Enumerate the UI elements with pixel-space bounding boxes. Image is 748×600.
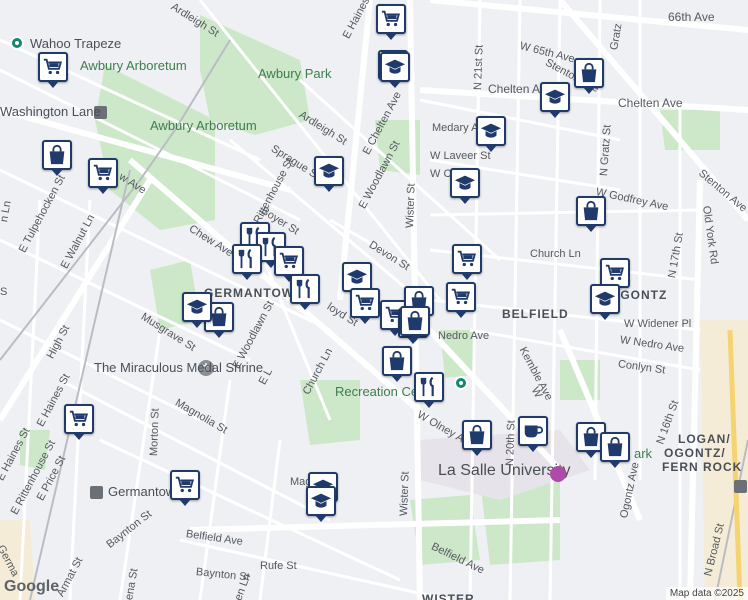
street-church-ln: Church Ln xyxy=(530,248,581,260)
place-awbury-arboretum-top: Awbury Arboretum xyxy=(80,58,187,73)
shopping-icon xyxy=(46,144,68,166)
google-logo[interactable]: Google xyxy=(4,578,59,596)
grocery-icon xyxy=(456,248,478,270)
street-w-laveer: W Laveer St xyxy=(430,150,491,162)
grocery-icon xyxy=(604,262,626,284)
grocery-icon xyxy=(68,408,90,430)
poi-pin-restaurant[interactable] xyxy=(414,372,444,408)
poi-pin-grocery[interactable] xyxy=(452,244,482,280)
street-wister-bottom: Wister St xyxy=(398,471,412,517)
poi-pin-shopping[interactable] xyxy=(574,58,604,94)
shopping-icon xyxy=(386,350,408,372)
grocery-icon xyxy=(450,286,472,308)
germantown-station-icon xyxy=(90,486,103,499)
poi-pin-school[interactable] xyxy=(306,486,336,522)
school-icon xyxy=(384,56,406,78)
school-icon xyxy=(310,490,332,512)
street-66th: 66th Ave xyxy=(668,10,715,24)
poi-pin-grocery[interactable] xyxy=(88,158,118,194)
restaurant-icon xyxy=(294,278,316,300)
poi-pin-school[interactable] xyxy=(450,168,480,204)
poi-pin-restaurant[interactable] xyxy=(232,244,262,280)
grocery-icon xyxy=(278,250,300,272)
poi-pin-restaurant[interactable] xyxy=(290,274,320,310)
recreation-marker-icon[interactable] xyxy=(454,376,468,390)
poi-pin-school[interactable] xyxy=(380,52,410,88)
restaurant-icon xyxy=(236,248,258,270)
place-park-suffix: ark xyxy=(634,446,653,461)
street-w-widener: W Widener Pl xyxy=(624,318,692,330)
street-rufe: Rufe St xyxy=(260,560,297,572)
street-chelten-ave-right: Chelten Ave xyxy=(618,96,683,110)
place-wahoo-trapeze[interactable]: Wahoo Trapeze xyxy=(30,36,121,51)
school-icon xyxy=(318,160,340,182)
street-n21: N 21st St xyxy=(472,44,486,91)
grocery-icon xyxy=(174,474,196,496)
poi-pin-grocery[interactable] xyxy=(170,470,200,506)
school-icon xyxy=(186,296,208,318)
poi-pin-school[interactable] xyxy=(476,116,506,152)
wahoo-trapeze-marker-icon[interactable] xyxy=(10,36,24,50)
poi-pin-shopping[interactable] xyxy=(462,420,492,456)
place-germantown-area: GERMANTOWN xyxy=(204,286,304,300)
street-morton: Morton St xyxy=(148,408,162,457)
street-s: S xyxy=(0,286,8,298)
poi-pin-shopping[interactable] xyxy=(382,346,412,382)
shopping-icon xyxy=(404,310,426,332)
poi-pin-school[interactable] xyxy=(540,82,570,118)
place-washington-lane: Washington Lane xyxy=(0,104,101,119)
poi-pin-school[interactable] xyxy=(314,156,344,192)
restaurant-icon xyxy=(418,376,440,398)
grocery-icon xyxy=(92,162,114,184)
street-nedro: Nedro Ave xyxy=(438,330,490,342)
place-logan: LOGAN/ xyxy=(678,432,731,446)
place-ogontz-fern: OGONTZ/ xyxy=(664,446,726,460)
poi-pin-cafe[interactable] xyxy=(518,416,548,452)
street-wister-top: Wister St xyxy=(404,183,418,229)
map-attribution[interactable]: Map data ©2025 xyxy=(665,587,748,600)
school-icon xyxy=(346,266,368,288)
place-awbury-arboretum-mid: Awbury Arboretum xyxy=(150,118,257,133)
poi-pin-school[interactable] xyxy=(182,292,212,328)
poi-pin-shopping[interactable] xyxy=(600,432,630,468)
street-n20: N 20th St xyxy=(504,419,518,467)
poi-pin-shopping[interactable] xyxy=(400,306,430,342)
poi-pin-grocery[interactable] xyxy=(38,52,68,88)
cafe-icon xyxy=(522,420,544,442)
poi-pin-shopping[interactable] xyxy=(576,196,606,232)
poi-pin-grocery[interactable] xyxy=(350,288,380,324)
poi-pin-shopping[interactable] xyxy=(42,140,72,176)
school-icon xyxy=(454,172,476,194)
place-wister: WISTER xyxy=(422,592,475,600)
map-canvas[interactable]: Wahoo Trapeze Awbury Arboretum Awbury Pa… xyxy=(0,0,748,600)
shopping-icon xyxy=(578,62,600,84)
grocery-icon xyxy=(354,292,376,314)
grocery-icon xyxy=(380,8,402,30)
place-awbury-park: Awbury Park xyxy=(258,66,332,81)
poi-pin-school[interactable] xyxy=(590,284,620,320)
street-w-c: W C xyxy=(430,168,452,180)
poi-pin-grocery[interactable] xyxy=(274,246,304,282)
poi-pin-grocery[interactable] xyxy=(376,4,406,40)
school-icon xyxy=(480,120,502,142)
poi-pin-grocery[interactable] xyxy=(64,404,94,440)
poi-pin-grocery[interactable] xyxy=(446,282,476,318)
place-fern-rock: FERN ROCK xyxy=(662,460,743,474)
fern-rock-station-icon xyxy=(734,480,747,493)
place-belfield: BELFIELD xyxy=(502,307,569,321)
school-icon xyxy=(544,86,566,108)
grocery-icon xyxy=(42,56,64,78)
university-icon xyxy=(550,466,566,482)
shopping-icon xyxy=(580,426,602,448)
school-icon xyxy=(594,288,616,310)
shopping-icon xyxy=(604,436,626,458)
shopping-icon xyxy=(580,200,602,222)
shopping-icon xyxy=(466,424,488,446)
